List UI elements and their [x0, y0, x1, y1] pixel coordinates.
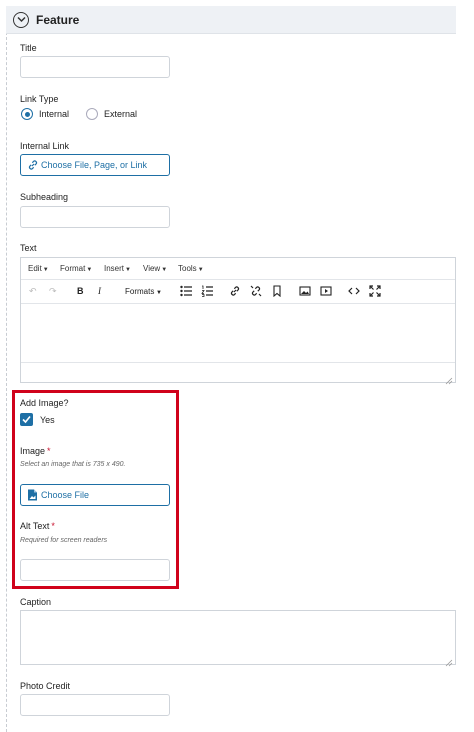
insert-link-icon[interactable] — [229, 285, 241, 299]
menu-format-label: Format — [60, 264, 86, 273]
photo-credit-input[interactable] — [20, 694, 170, 716]
bullet-list-icon[interactable] — [180, 285, 192, 299]
menu-insert[interactable]: Insert▼ — [104, 264, 131, 273]
internal-radio[interactable] — [21, 108, 33, 120]
image-hint: Select an image that is 735 x 490. — [20, 461, 126, 468]
check-icon — [22, 415, 31, 424]
editor-toolbar: ↶ ↷ B I Formats ▼ — [21, 280, 455, 304]
menu-tools[interactable]: Tools▼ — [178, 264, 204, 273]
editor-content-area[interactable] — [21, 304, 455, 362]
section-header[interactable]: Feature — [6, 6, 456, 34]
required-marker: * — [51, 521, 55, 531]
caret-down-icon: ▼ — [42, 267, 49, 273]
numbered-list-icon[interactable] — [201, 285, 213, 299]
rich-text-editor: Edit▼ Format▼ Insert▼ View▼ Tools▼ ↶ ↷ B… — [20, 257, 456, 385]
image-icon[interactable] — [299, 285, 311, 299]
alt-text-input[interactable] — [20, 559, 170, 581]
subheading-input[interactable] — [20, 206, 170, 228]
required-marker: * — [47, 446, 51, 456]
file-icon — [27, 489, 38, 503]
menu-view-label: View — [143, 264, 161, 273]
feature-form: Feature Title Link Type Internal Externa… — [0, 0, 474, 732]
code-icon[interactable] — [348, 285, 360, 299]
menu-tools-label: Tools — [178, 264, 197, 273]
bold-icon[interactable]: B — [77, 286, 84, 296]
internal-radio-label: Internal — [39, 109, 70, 119]
text-label: Text — [20, 243, 37, 253]
unlink-icon[interactable] — [250, 285, 262, 299]
fullscreen-icon[interactable] — [369, 285, 381, 299]
editor-menubar: Edit▼ Format▼ Insert▼ View▼ Tools▼ — [21, 258, 455, 280]
editor-statusbar — [21, 362, 455, 385]
choose-link-button[interactable]: Choose File, Page, or Link — [20, 154, 170, 176]
link-type-label: Link Type — [20, 94, 59, 104]
redo-icon[interactable]: ↷ — [49, 286, 57, 297]
caption-textarea[interactable] — [20, 610, 456, 667]
caption-label: Caption — [20, 597, 52, 607]
alt-text-label: Alt Text * — [20, 521, 55, 531]
choose-file-button-label: Choose File — [41, 490, 90, 500]
caret-down-icon: ▼ — [125, 267, 131, 273]
bookmark-icon[interactable] — [272, 285, 282, 299]
internal-link-label: Internal Link — [20, 141, 70, 151]
title-label: Title — [20, 43, 37, 53]
photo-credit-label: Photo Credit — [20, 681, 71, 691]
subheading-label: Subheading — [20, 192, 69, 202]
undo-icon[interactable]: ↶ — [29, 286, 37, 297]
title-input[interactable] — [20, 56, 170, 78]
add-image-label: Add Image? — [20, 398, 69, 408]
media-icon[interactable] — [320, 285, 332, 299]
chevron-down-icon[interactable] — [13, 12, 29, 28]
caret-down-icon: ▼ — [197, 267, 204, 273]
italic-icon[interactable]: I — [98, 286, 101, 296]
section-guide-line — [6, 32, 7, 732]
external-radio-label: External — [104, 109, 138, 119]
caret-down-icon: ▼ — [161, 267, 168, 273]
caret-down-icon: ▼ — [154, 290, 162, 296]
add-image-checkbox-label: Yes — [40, 415, 55, 425]
resize-grip-icon[interactable] — [445, 654, 453, 667]
caret-down-icon: ▼ — [86, 267, 93, 273]
menu-format[interactable]: Format▼ — [60, 264, 92, 273]
menu-view[interactable]: View▼ — [143, 264, 167, 273]
formats-label: Formats — [125, 287, 155, 296]
alt-text-hint: Required for screen readers — [20, 537, 108, 544]
resize-grip-icon[interactable] — [445, 372, 453, 385]
menu-insert-label: Insert — [104, 264, 125, 273]
add-image-checkbox[interactable] — [20, 413, 33, 426]
link-icon — [27, 159, 39, 173]
choose-file-button[interactable]: Choose File — [20, 484, 170, 506]
menu-edit-label: Edit — [28, 264, 42, 273]
formats-dropdown[interactable]: Formats ▼ — [125, 287, 162, 296]
image-label: Image * — [20, 446, 51, 456]
choose-link-button-label: Choose File, Page, or Link — [41, 160, 148, 170]
image-label-text: Image — [20, 446, 46, 456]
alt-text-label-text: Alt Text — [20, 521, 50, 531]
menu-edit[interactable]: Edit▼ — [28, 264, 49, 273]
section-title: Feature — [36, 13, 80, 27]
external-radio[interactable] — [86, 108, 98, 120]
